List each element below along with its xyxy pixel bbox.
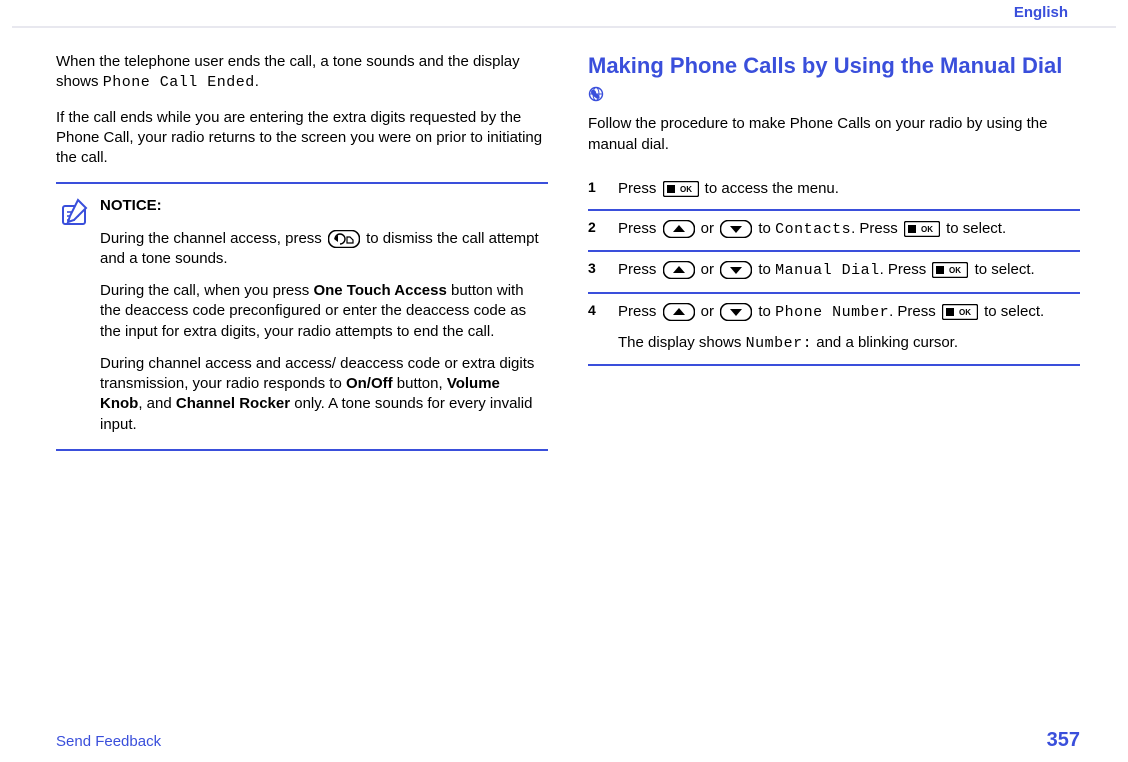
text: . [255,73,259,90]
step-body: Press or to Manual Dial. Press to select… [618,260,1080,281]
text: to access the menu. [701,180,839,197]
right-column: Making Phone Calls by Using the Manual D… [588,52,1080,451]
step-2: 2 Press or to Contacts. Press to select. [588,211,1080,252]
notice-icon [60,198,90,232]
text: . Press [880,261,931,278]
step-number: 4 [588,302,604,355]
ok-key-icon [661,181,701,197]
up-key-icon [661,303,697,321]
text: button, [393,375,447,392]
text: Press [618,303,661,320]
step-text: Press or to Phone Number. Press to selec… [618,302,1080,323]
paragraph-call-ended: When the telephone user ends the call, a… [56,52,548,94]
notice-title: NOTICE: [100,196,544,216]
left-column: When the telephone user ends the call, a… [56,52,548,451]
step-body: Press to access the menu. [618,179,1080,199]
bold-one-touch-access: One Touch Access [313,282,446,299]
text: to select. [942,220,1006,237]
text: to select. [970,261,1034,278]
text: Press [618,180,661,197]
ok-key-icon [940,304,980,320]
text: to select. [980,303,1044,320]
down-key-icon [718,261,754,279]
ok-key-icon [930,262,970,278]
text: or [697,303,719,320]
text: to [754,261,775,278]
step-number: 2 [588,219,604,240]
text: to [754,303,775,320]
text: During the channel access, press [100,230,326,247]
section-heading: Making Phone Calls by Using the Manual D… [588,52,1080,108]
phone-globe-icon [588,81,604,109]
steps-list: 1 Press to access the menu. 2 Press or t… [588,171,1080,366]
text: Press [618,261,661,278]
header-language: English [1014,4,1068,21]
back-home-key-icon [326,230,362,248]
paragraph-extra-digits: If the call ends while you are entering … [56,108,548,169]
page-body: When the telephone user ends the call, a… [0,28,1128,451]
ok-key-icon [902,221,942,237]
down-key-icon [718,220,754,238]
step-body: Press or to Phone Number. Press to selec… [618,302,1080,355]
heading-text: Making Phone Calls by Using the Manual D… [588,53,1062,78]
text: During the call, when you press [100,282,313,299]
footer: Send Feedback 357 [56,729,1080,752]
bold-channel-rocker: Channel Rocker [176,395,290,412]
notice-p1: During the channel access, press to dism… [100,229,544,270]
text: Press [618,220,661,237]
section-subtext: Follow the procedure to make Phone Calls… [588,114,1080,155]
header-bar: English [12,0,1116,28]
display-text-number: Number: [746,335,813,352]
step-3: 3 Press or to Manual Dial. Press to sele… [588,252,1080,293]
text: . Press [889,303,940,320]
display-text-phone-call-ended: Phone Call Ended [103,74,255,91]
step-subtext: The display shows Number: and a blinking… [618,333,1080,354]
down-key-icon [718,303,754,321]
display-text-manual-dial: Manual Dial [775,262,880,279]
display-text-contacts: Contacts [775,221,851,238]
notice-p2: During the call, when you press One Touc… [100,281,544,342]
text: . Press [851,220,902,237]
step-text: Press or to Contacts. Press to select. [618,219,1080,240]
step-number: 1 [588,179,604,199]
send-feedback-link[interactable]: Send Feedback [56,733,161,750]
text: , and [138,395,176,412]
bold-on-off: On/Off [346,375,393,392]
up-key-icon [661,220,697,238]
step-text: Press or to Manual Dial. Press to select… [618,260,1080,281]
step-number: 3 [588,260,604,281]
text: or [697,261,719,278]
text: and a blinking cursor. [812,334,958,351]
display-text-phone-number: Phone Number [775,304,889,321]
page-number: 357 [1047,729,1080,752]
text: to [754,220,775,237]
text: or [697,220,719,237]
text: The display shows [618,334,746,351]
notice-box: NOTICE: During the channel access, press… [56,182,548,451]
step-4: 4 Press or to Phone Number. Press to sel… [588,294,1080,367]
notice-body: NOTICE: During the channel access, press… [100,196,544,435]
step-1: 1 Press to access the menu. [588,171,1080,211]
step-body: Press or to Contacts. Press to select. [618,219,1080,240]
up-key-icon [661,261,697,279]
step-text: Press to access the menu. [618,179,1080,199]
notice-p3: During channel access and access/ deacce… [100,354,544,435]
